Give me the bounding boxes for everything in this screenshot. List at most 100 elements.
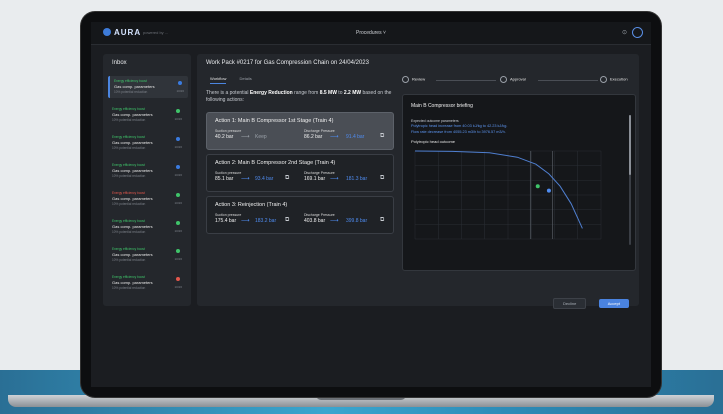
inbox-item[interactable]: Energy efficiency boost Gas comp. paramet… (108, 132, 186, 154)
step-circle-icon (600, 76, 607, 83)
inbox-item[interactable]: Energy efficiency boost Gas comp. paramet… (108, 160, 186, 182)
inbox-item[interactable]: Energy efficiency boost Gas comp. paramet… (108, 216, 186, 238)
item-title: Gas comp. parameters (112, 224, 153, 229)
status-dot-icon (176, 193, 180, 197)
item-desc: 10% potential reduction (112, 118, 146, 122)
briefing-title: Main B Compressor briefing (411, 103, 473, 109)
item-title: Gas comp. parameters (112, 140, 153, 145)
item-tag: Energy efficiency boost (112, 247, 145, 251)
chart-plot (414, 150, 602, 240)
app-logo[interactable]: AURA (103, 28, 141, 37)
procedures-menu[interactable]: Procedures ˅ (356, 30, 386, 36)
item-title: Gas comp. parameters (114, 84, 155, 89)
item-tag: Energy efficiency boost (112, 107, 145, 111)
suggested-point (535, 184, 540, 189)
inbox-title: Inbox (112, 60, 127, 66)
inbox-item[interactable]: Energy efficiency boost Gas comp. paramet… (108, 188, 186, 210)
copy-icon[interactable]: ⧉ (380, 217, 384, 224)
item-date: 10/26 (174, 229, 182, 233)
step-circle-icon (402, 76, 409, 83)
inbox-item[interactable]: Energy efficiency boost Gas comp. paramet… (108, 76, 188, 98)
logo-mark-icon (103, 28, 111, 36)
tab-workflow[interactable]: Workflow (210, 76, 227, 84)
header-actions: ⊙ (622, 27, 643, 38)
copy-icon[interactable]: ⧉ (285, 217, 289, 224)
status-dot-icon (176, 137, 180, 141)
inbox-item[interactable]: Energy efficiency boost Gas comp. paramet… (108, 244, 186, 266)
accept-button[interactable]: Accept (598, 299, 629, 308)
tab-bar: Workflow Details (210, 76, 264, 84)
param-new-value: 183.2 bar (255, 218, 277, 224)
chart-title: Polytropic head outcome (411, 139, 456, 144)
param-new-value: 93.4 bar (255, 176, 274, 182)
item-date: 10/26 (176, 89, 184, 93)
arrow-icon: ⟶ (241, 218, 250, 224)
param-label: Suction pressure (215, 171, 242, 175)
item-desc: 10% potential reduction (112, 286, 146, 290)
item-tag: Energy efficiency boost (112, 219, 145, 223)
item-date: 10/26 (174, 173, 182, 177)
param-value: 169.1 bar (304, 176, 326, 182)
inbox-item[interactable]: Energy efficiency boost Gas comp. paramet… (108, 104, 186, 126)
copy-icon[interactable]: ⧉ (380, 133, 384, 140)
param-label: Suction pressure (215, 129, 242, 133)
briefing-panel: Main B Compressor briefing Expected outc… (402, 94, 636, 271)
copy-icon[interactable]: ⧉ (380, 175, 384, 182)
param-value: 85.1 bar (215, 176, 234, 182)
status-dot-icon (178, 81, 182, 85)
item-date: 10/26 (174, 145, 182, 149)
copy-icon[interactable]: ⧉ (285, 175, 289, 182)
action-card-3[interactable]: Action 3: Reinjection (Train 4) Suction … (206, 196, 394, 234)
scrollbar[interactable] (629, 115, 631, 245)
item-title: Gas comp. parameters (112, 168, 153, 173)
step-divider (436, 80, 496, 81)
work-pack-panel: Work Pack #0217 for Gas Compression Chai… (197, 54, 639, 309)
top-bar: AURA powered by ... Procedures ˅ ⊙ (91, 22, 651, 45)
step-review[interactable]: Review (402, 76, 425, 83)
item-tag: Energy efficiency boost (112, 191, 145, 195)
action-card-1[interactable]: Action 1: Main B Compressor 1st Stage (T… (206, 112, 394, 150)
param-new-value: 181.3 bar (346, 176, 368, 182)
param-new-value: 399.8 bar (346, 218, 368, 224)
item-title: Gas comp. parameters (112, 112, 153, 117)
series-line (414, 150, 583, 229)
tab-details[interactable]: Details (240, 76, 252, 81)
param-new-value: Keep (255, 134, 267, 140)
item-title: Gas comp. parameters (112, 252, 153, 257)
param-value: 403.8 bar (304, 218, 326, 224)
item-desc: 10% potential reduction (112, 174, 146, 178)
polytropic-chart: Polytropic head outcome (411, 139, 623, 251)
arrow-icon: ⟶ (241, 134, 250, 140)
logo-text: AURA (114, 28, 142, 37)
decline-button[interactable]: Decline (552, 298, 587, 309)
item-date: 10/26 (174, 117, 182, 121)
workflow-stepper: Review Approval Execution (402, 76, 634, 86)
item-tag: Energy efficiency boost (112, 135, 145, 139)
status-dot-icon (176, 277, 180, 281)
inbox-item[interactable]: Energy efficiency boost Gas comp. paramet… (108, 272, 186, 294)
inbox-panel: Inbox Energy efficiency boost Gas comp. p… (103, 54, 191, 306)
laptop-bezel: AURA powered by ... Procedures ˅ ⊙ Inbox… (81, 12, 661, 397)
arrow-icon: ⟶ (330, 218, 339, 224)
step-divider (538, 80, 598, 81)
status-dot-icon (176, 109, 180, 113)
arrow-icon: ⟶ (330, 134, 339, 140)
action-title: Action 3: Reinjection (Train 4) (215, 202, 288, 208)
step-execution[interactable]: Execution (600, 76, 628, 83)
app-screen: AURA powered by ... Procedures ˅ ⊙ Inbox… (91, 22, 651, 387)
intro-text: There is a potential Energy Reduction ra… (206, 90, 392, 103)
param-value: 86.2 bar (304, 134, 323, 140)
notification-icon[interactable]: ⊙ (622, 30, 627, 36)
item-tag: Energy efficiency boost (112, 275, 145, 279)
action-card-2[interactable]: Action 2: Main B Compressor 2nd Stage (T… (206, 154, 394, 192)
avatar[interactable] (632, 27, 643, 38)
briefing-line-head: Polytropic head increase from 40.03 kJ/k… (411, 124, 508, 128)
action-title: Action 1: Main B Compressor 1st Stage (T… (215, 118, 334, 124)
item-date: 10/26 (174, 285, 182, 289)
item-tag: Energy efficiency boost (114, 79, 147, 83)
decision-buttons: Decline Accept (545, 292, 629, 310)
item-tag: Energy efficiency boost (112, 163, 145, 167)
step-approval[interactable]: Approval (500, 76, 526, 83)
param-label: Suction pressure (215, 213, 242, 217)
item-desc: 10% potential reduction (112, 230, 146, 234)
